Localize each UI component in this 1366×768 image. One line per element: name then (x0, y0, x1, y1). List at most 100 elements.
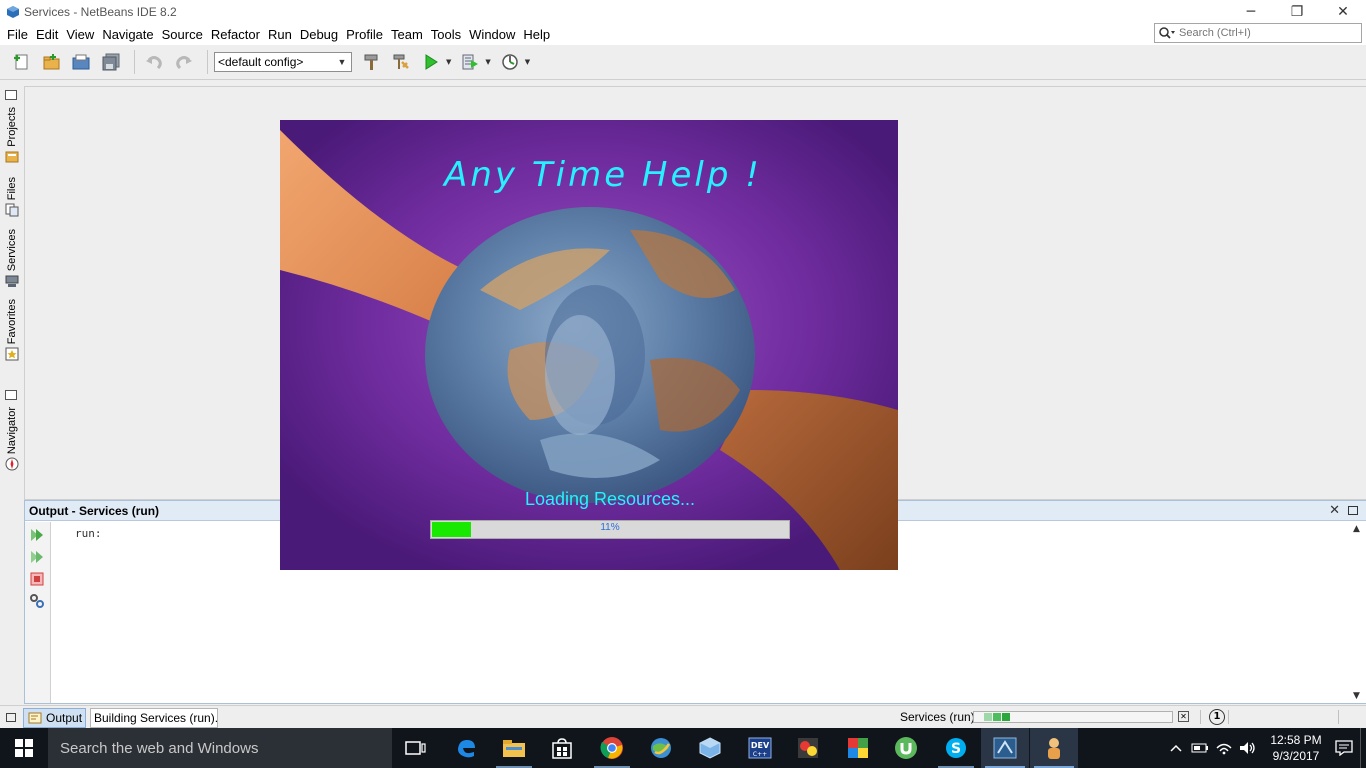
status-tab-output[interactable]: Output (23, 708, 86, 728)
scroll-up-icon[interactable]: ▲ (1353, 524, 1360, 534)
menu-navigate[interactable]: Navigate (98, 27, 157, 42)
menu-profile[interactable]: Profile (342, 27, 387, 42)
taskbar-search[interactable] (48, 728, 392, 768)
splash-loading-text: Loading Resources... (524, 489, 696, 509)
sidebar-tab-files[interactable]: Files (2, 177, 22, 217)
stop-button[interactable] (28, 570, 46, 588)
menu-refactor[interactable]: Refactor (207, 27, 264, 42)
svg-text:S: S (951, 741, 961, 757)
rerun-button[interactable] (28, 526, 46, 544)
menu-tools[interactable]: Tools (427, 27, 465, 42)
toolbar-separator (134, 50, 135, 74)
status-divider (1338, 710, 1339, 724)
edge-icon[interactable] (442, 728, 490, 768)
profile-button[interactable] (497, 49, 523, 75)
wifi-icon[interactable] (1212, 728, 1236, 768)
svg-text:C++: C++ (753, 751, 767, 758)
redo-button[interactable] (171, 49, 197, 75)
menu-file[interactable]: File (3, 27, 32, 42)
rerun-with-params-button[interactable] (28, 548, 46, 566)
menu-edit[interactable]: Edit (32, 27, 62, 42)
virtualbox-icon[interactable] (686, 728, 734, 768)
menu-help[interactable]: Help (519, 27, 554, 42)
open-project-button[interactable] (68, 49, 94, 75)
ide-search-box[interactable] (1154, 23, 1362, 43)
sidebar-tab-label: Files (6, 177, 18, 201)
running-task-label: Services (run) (900, 710, 975, 724)
volume-icon[interactable] (1236, 728, 1260, 768)
menu-debug[interactable]: Debug (296, 27, 342, 42)
build-button[interactable] (358, 49, 384, 75)
menu-view[interactable]: View (62, 27, 98, 42)
progress-chunk (993, 713, 1001, 721)
run-dropdown-arrow-icon[interactable]: ▼ (446, 58, 451, 66)
sidebar-tab-projects[interactable]: Projects (2, 107, 22, 164)
minimize-button[interactable]: ─ (1228, 0, 1274, 24)
chrome-icon[interactable] (588, 728, 636, 768)
search-icon[interactable] (1155, 24, 1179, 42)
services-icon (5, 275, 19, 288)
c-free-icon[interactable] (784, 728, 832, 768)
menu-run[interactable]: Run (264, 27, 296, 42)
status-tab-building[interactable]: Building Services (run)... (90, 708, 218, 728)
sidebar-tab-favorites[interactable]: Favorites (2, 299, 22, 361)
start-button[interactable] (0, 728, 48, 768)
store-icon[interactable] (538, 728, 586, 768)
skype-icon[interactable]: S (932, 728, 980, 768)
output-scrollbar[interactable]: ▲ ▼ (1350, 522, 1366, 703)
debug-dropdown-arrow-icon[interactable]: ▼ (485, 58, 490, 66)
file-explorer-icon[interactable] (490, 728, 538, 768)
undo-button[interactable] (141, 49, 167, 75)
restore-window-group-icon[interactable] (5, 90, 17, 100)
winrar-icon[interactable] (834, 728, 882, 768)
run-button[interactable] (418, 49, 444, 75)
clean-build-button[interactable] (388, 49, 414, 75)
chevron-down-icon[interactable]: ▼ (335, 55, 349, 69)
save-all-button[interactable] (98, 49, 124, 75)
output-text: run: (75, 527, 102, 540)
files-icon (5, 203, 19, 217)
restore-button[interactable]: ❐ (1274, 0, 1320, 24)
close-button[interactable]: ✕ (1320, 0, 1366, 24)
output-title: Output - Services (run) (29, 503, 160, 518)
menu-source[interactable]: Source (158, 27, 207, 42)
splash-window: Any Time Help ! Loading Resources... 11% (280, 120, 898, 570)
scroll-down-icon[interactable]: ▼ (1353, 691, 1360, 701)
battery-icon[interactable] (1188, 728, 1212, 768)
menu-team[interactable]: Team (387, 27, 427, 42)
favorites-icon (5, 347, 19, 361)
close-icon[interactable]: ✕ (1329, 503, 1340, 518)
settings-icon[interactable] (28, 592, 46, 610)
show-desktop-button[interactable] (1360, 728, 1366, 768)
new-file-button[interactable] (8, 49, 34, 75)
sidebar-tab-services[interactable]: Services (2, 229, 22, 288)
ide-search-input[interactable] (1179, 27, 1359, 39)
navigator-icon (5, 457, 19, 471)
action-center-icon[interactable] (1332, 728, 1356, 768)
notifications-badge[interactable]: 1 (1209, 709, 1225, 725)
netbeans-taskbar-icon[interactable] (981, 728, 1029, 768)
clock[interactable]: 12:58 PM 9/3/2017 (1260, 732, 1332, 764)
new-project-button[interactable] (38, 49, 64, 75)
taskbar-search-input[interactable] (60, 739, 380, 757)
profile-dropdown-arrow-icon[interactable]: ▼ (525, 58, 530, 66)
network-app-icon[interactable] (637, 728, 685, 768)
sidebar-tab-navigator[interactable]: Navigator (2, 407, 22, 471)
task-view-icon[interactable] (392, 728, 440, 768)
utorrent-icon[interactable] (882, 728, 930, 768)
output-icon (28, 712, 42, 724)
restore-window-group-icon[interactable] (5, 390, 17, 400)
debug-button[interactable] (457, 49, 483, 75)
restore-icon[interactable] (6, 713, 16, 722)
restore-icon[interactable] (1348, 506, 1358, 515)
cancel-task-icon[interactable]: ✕ (1178, 711, 1189, 722)
config-dropdown[interactable]: <default config> ▼ (214, 52, 352, 72)
show-hidden-icons-chevron-icon[interactable] (1164, 728, 1188, 768)
splash-progress-label: 11% (600, 522, 620, 533)
dev-cpp-icon[interactable]: DEV C++ (736, 728, 784, 768)
menu-window[interactable]: Window (465, 27, 519, 42)
projects-icon (5, 151, 19, 163)
status-bar: Output Building Services (run)... Servic… (0, 705, 1366, 728)
user-app-icon[interactable] (1030, 728, 1078, 768)
netbeans-app-icon (7, 6, 19, 18)
